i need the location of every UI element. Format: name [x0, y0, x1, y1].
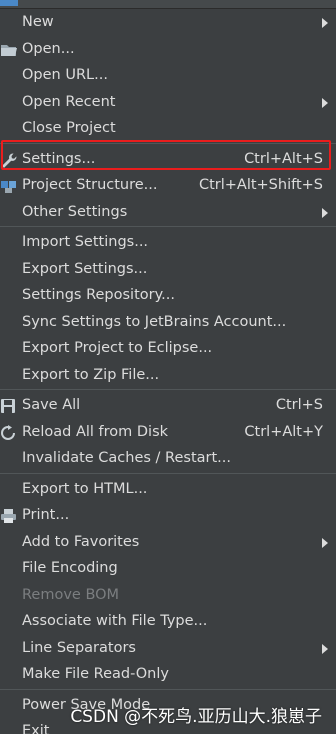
menu-item-open[interactable]: Open...	[0, 36, 336, 63]
menu-item-shortcut: Ctrl+Alt+Y	[244, 423, 323, 440]
menu-item-new[interactable]: New	[0, 9, 336, 36]
menu-item-label: Associate with File Type...	[22, 613, 208, 629]
menu-item-label: Open...	[22, 40, 75, 57]
menu-item-label: Save All	[22, 397, 81, 413]
menu-item-label: Sync Settings to JetBrains Account...	[22, 313, 287, 330]
menu-item-label: Export to HTML...	[22, 480, 148, 497]
menu-item-label: Exit	[22, 723, 50, 734]
menu-item-label: New	[22, 14, 54, 30]
submenu-arrow-icon	[322, 97, 328, 108]
menu-item-remove-bom: Remove BOM	[0, 582, 336, 609]
menu-item-label: Remove BOM	[22, 586, 120, 603]
menu-item-print[interactable]: Print...	[0, 502, 336, 529]
menu-item-label: Close Project	[22, 120, 116, 136]
save-icon	[0, 398, 18, 414]
menu-item-label: Export Settings...	[22, 260, 148, 277]
menu-item-label: Export to Zip File...	[22, 366, 160, 383]
menu-item-label: Settings...	[22, 150, 96, 167]
menu-item-export-to-zip-file[interactable]: Export to Zip File...	[0, 362, 336, 389]
menu-item-settings-repository[interactable]: Settings Repository...	[0, 282, 336, 309]
submenu-arrow-icon	[322, 643, 328, 654]
menu-item-line-separators[interactable]: Line Separators	[0, 635, 336, 662]
submenu-arrow-icon	[322, 18, 328, 28]
active-menu-tab	[0, 0, 18, 6]
menu-item-label: Project Structure...	[22, 177, 158, 193]
menu-item-shortcut: Ctrl+Alt+S	[244, 150, 323, 167]
menu-item-label: Line Separators	[22, 639, 136, 656]
menu-item-make-file-read-only[interactable]: Make File Read-Only	[0, 661, 336, 688]
wrench-icon	[0, 152, 18, 168]
watermark-text: CSDN @不死鸟.亚历山大.狼崽子	[70, 707, 322, 727]
menu-item-sync-settings-to-jetbrains-account[interactable]: Sync Settings to JetBrains Account...	[0, 309, 336, 336]
menu-item-import-settings[interactable]: Import Settings...	[0, 229, 336, 256]
menu-bar-strip	[0, 0, 336, 9]
menu-item-file-encoding[interactable]: File Encoding	[0, 555, 336, 582]
menu-item-project-structure[interactable]: Project Structure... Ctrl+Alt+Shift+S	[0, 172, 336, 199]
project-structure-icon	[0, 178, 18, 194]
submenu-arrow-icon	[322, 207, 328, 218]
menu-item-open-recent[interactable]: Open Recent	[0, 89, 336, 116]
menu-item-label: Open URL...	[22, 67, 108, 83]
menu-item-save-all[interactable]: Save All Ctrl+S	[0, 392, 336, 419]
menu-item-label: Reload All from Disk	[22, 423, 169, 440]
menu-item-associate-with-file-type[interactable]: Associate with File Type...	[0, 608, 336, 635]
menu-item-label: Export Project to Eclipse...	[22, 340, 213, 356]
menu-item-other-settings[interactable]: Other Settings	[0, 199, 336, 226]
menu-item-label: Settings Repository...	[22, 287, 175, 303]
menu-item-label: Import Settings...	[22, 234, 149, 250]
submenu-arrow-icon	[322, 537, 328, 548]
menu-item-label: Open Recent	[22, 93, 116, 110]
menu-item-add-to-favorites[interactable]: Add to Favorites	[0, 529, 336, 556]
reload-icon	[0, 424, 18, 441]
menu-item-label: File Encoding	[22, 560, 118, 576]
menu-item-invalidate-caches-restart[interactable]: Invalidate Caches / Restart...	[0, 445, 336, 472]
menu-item-export-settings[interactable]: Export Settings...	[0, 256, 336, 283]
menu-item-reload-all-from-disk[interactable]: Reload All from Disk Ctrl+Alt+Y	[0, 419, 336, 446]
menu-item-shortcut: Ctrl+S	[275, 397, 323, 413]
menu-item-label: Invalidate Caches / Restart...	[22, 450, 231, 466]
folder-icon	[0, 42, 18, 58]
menu-item-close-project[interactable]: Close Project	[0, 115, 336, 142]
menu-item-open-url[interactable]: Open URL...	[0, 62, 336, 89]
menu-item-label: Print...	[22, 507, 70, 523]
menu-item-shortcut: Ctrl+Alt+Shift+S	[198, 177, 323, 193]
menu-item-label: Make File Read-Only	[22, 666, 169, 682]
menu-item-label: Other Settings	[22, 203, 128, 220]
menu-item-settings[interactable]: Settings... Ctrl+Alt+S	[0, 146, 336, 173]
print-icon	[0, 508, 18, 524]
menu-item-export-to-html[interactable]: Export to HTML...	[0, 476, 336, 503]
menu-item-export-project-to-eclipse[interactable]: Export Project to Eclipse...	[0, 335, 336, 362]
menu-item-label: Add to Favorites	[22, 533, 140, 550]
file-menu-dropdown: New Open... Open URL... Open Recent Close Pr…	[0, 9, 336, 734]
